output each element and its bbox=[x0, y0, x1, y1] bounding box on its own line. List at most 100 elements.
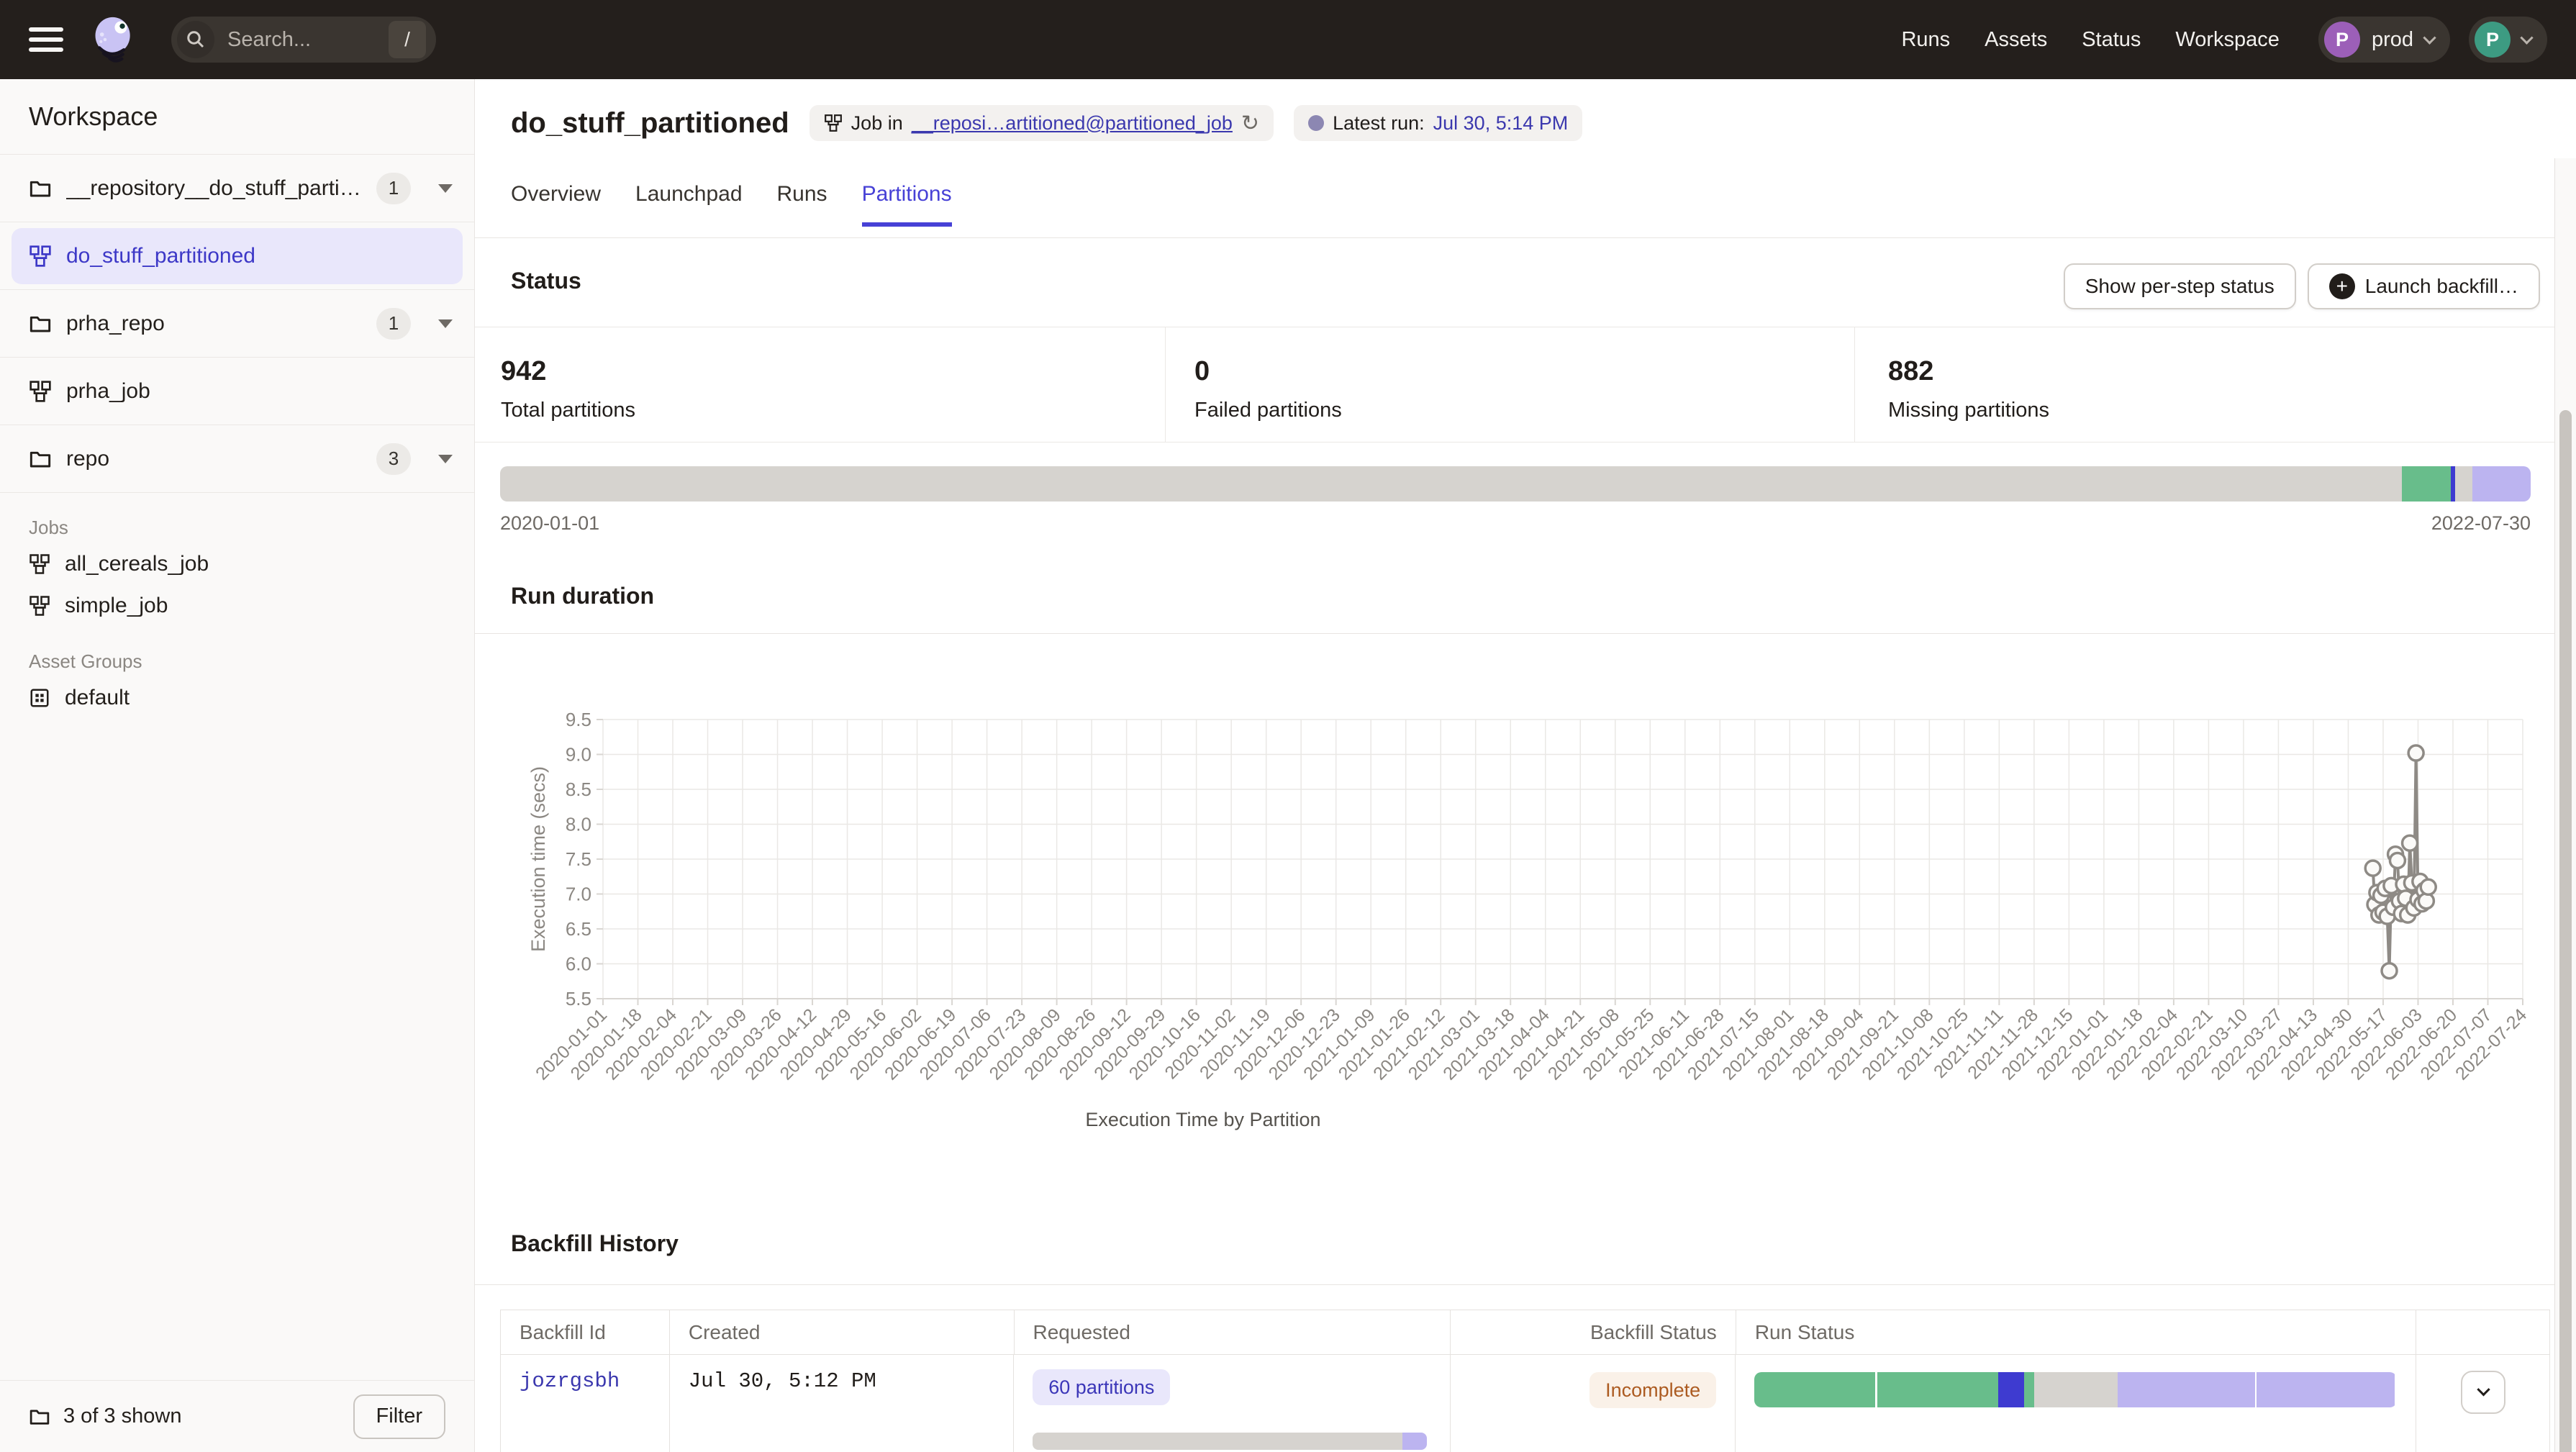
deployment-switcher[interactable]: P prod bbox=[2318, 17, 2450, 63]
sidebar-item-label: prha_job bbox=[66, 379, 150, 404]
segment-queued bbox=[2472, 466, 2531, 502]
deployment-label: prod bbox=[2372, 28, 2413, 52]
stat-label: Total partitions bbox=[501, 399, 1165, 422]
column-header-backfill-id: Backfill Id bbox=[501, 1310, 670, 1354]
main-content: do_stuff_partitioned Job in __reposi…art… bbox=[475, 79, 2576, 1452]
stat-failed-partitions: 0Failed partitions bbox=[1165, 327, 1854, 442]
stat-label: Failed partitions bbox=[1194, 399, 1854, 422]
folder-icon bbox=[29, 312, 52, 335]
job-tabs: Overview Launchpad Runs Partitions bbox=[511, 182, 952, 227]
latest-run-badge: Latest run: Jul 30, 5:14 PM bbox=[1294, 105, 1582, 141]
job-count-badge: 1 bbox=[376, 173, 411, 204]
tab-partitions[interactable]: Partitions bbox=[862, 182, 952, 227]
search-input[interactable]: Search... / bbox=[171, 17, 436, 63]
search-shortcut-key: / bbox=[389, 21, 426, 58]
svg-text:5.5: 5.5 bbox=[566, 988, 591, 1009]
sidebar-item-default[interactable]: default bbox=[0, 677, 474, 719]
job-origin-badge: Job in __reposi…artitioned@partitioned_j… bbox=[809, 105, 1274, 141]
column-header-requested: Requested bbox=[1015, 1310, 1451, 1354]
segment-in-progress bbox=[1998, 1372, 2025, 1407]
execution-time-chart[interactable]: 2020-01-012020-01-182020-02-042020-02-21… bbox=[500, 691, 2529, 1162]
plus-icon: + bbox=[2329, 273, 2355, 299]
nav-link-assets[interactable]: Assets bbox=[1985, 28, 2047, 52]
sidebar-item-prha-job[interactable]: prha_job bbox=[0, 358, 474, 425]
tab-launchpad[interactable]: Launchpad bbox=[635, 182, 742, 227]
chevron-down-icon bbox=[2423, 31, 2436, 44]
backfill-id-link[interactable]: jozrgsbh bbox=[520, 1359, 620, 1393]
partition-range-start: 2020-01-01 bbox=[500, 512, 599, 535]
scrollbar-thumb[interactable] bbox=[2559, 410, 2572, 1452]
sidebar-item-label: __repository__do_stuff_partitio… bbox=[66, 176, 362, 201]
latest-run-link[interactable]: Jul 30, 5:14 PM bbox=[1433, 112, 1569, 135]
tab-runs[interactable]: Runs bbox=[777, 182, 827, 227]
user-avatar: P bbox=[2475, 22, 2511, 58]
run-status-bar[interactable] bbox=[1754, 1372, 2397, 1407]
sidebar-item-all-cereals-job[interactable]: all_cereals_job bbox=[0, 543, 474, 585]
nav-links: Runs Assets Status Workspace bbox=[1901, 28, 2279, 52]
segment-queued bbox=[2118, 1372, 2255, 1407]
sidebar-item--repository-do-stuff-partitio-[interactable]: __repository__do_stuff_partitio… 1 bbox=[0, 155, 474, 222]
sidebar-item-label: default bbox=[65, 686, 130, 710]
chevron-down-icon bbox=[2520, 31, 2533, 44]
caret-down-icon[interactable] bbox=[438, 455, 453, 463]
svg-text:Execution Time by Partition: Execution Time by Partition bbox=[1085, 1109, 1320, 1130]
dagster-logo-icon[interactable] bbox=[89, 14, 138, 65]
stat-total-partitions: 942Total partitions bbox=[475, 327, 1165, 442]
nav-link-runs[interactable]: Runs bbox=[1901, 28, 1950, 52]
sidebar-item-repo[interactable]: repo3 bbox=[0, 425, 474, 493]
sidebar-item-prha-repo[interactable]: prha_repo1 bbox=[0, 290, 474, 358]
svg-text:8.5: 8.5 bbox=[566, 779, 591, 800]
backfill-created-value: Jul 30, 5:12 PM bbox=[689, 1359, 876, 1393]
nav-link-workspace[interactable]: Workspace bbox=[2175, 28, 2280, 52]
segment-not-started bbox=[2034, 1372, 2117, 1407]
run-duration-heading: Run duration bbox=[511, 583, 654, 609]
svg-text:9.5: 9.5 bbox=[566, 709, 591, 730]
expand-row-button[interactable] bbox=[2461, 1371, 2505, 1414]
caret-down-icon[interactable] bbox=[438, 319, 453, 328]
status-heading: Status bbox=[511, 268, 581, 294]
hamburger-menu-icon[interactable] bbox=[29, 27, 63, 52]
svg-text:9.0: 9.0 bbox=[566, 744, 591, 766]
table-row: jozrgsbh Jul 30, 5:12 PM 60 partitions 2… bbox=[501, 1355, 2549, 1452]
sidebar-item-do-stuff-partitioned[interactable]: do_stuff_partitioned bbox=[0, 222, 474, 290]
section-title: Asset Groups bbox=[0, 645, 474, 677]
sidebar-item-label: do_stuff_partitioned bbox=[66, 244, 255, 268]
search-placeholder: Search... bbox=[227, 28, 389, 52]
job-icon bbox=[29, 595, 50, 617]
launch-backfill-button[interactable]: + Launch backfill… bbox=[2308, 263, 2540, 309]
tab-overview[interactable]: Overview bbox=[511, 182, 601, 227]
job-icon bbox=[29, 553, 50, 575]
folder-icon bbox=[29, 177, 52, 200]
deployment-avatar: P bbox=[2324, 22, 2360, 58]
run-status-dot bbox=[1308, 115, 1324, 131]
segment-success bbox=[2402, 466, 2451, 502]
job-count-badge: 3 bbox=[376, 443, 411, 475]
svg-text:Execution time (secs): Execution time (secs) bbox=[527, 766, 549, 952]
reload-icon[interactable]: ↻ bbox=[1241, 111, 1259, 136]
sidebar-item-simple-job[interactable]: simple_job bbox=[0, 585, 474, 627]
nav-link-status[interactable]: Status bbox=[2082, 28, 2141, 52]
partition-status-bar[interactable] bbox=[500, 466, 2531, 502]
filter-button[interactable]: Filter bbox=[353, 1394, 445, 1439]
show-per-step-status-button[interactable]: Show per-step status bbox=[2064, 263, 2296, 309]
column-header-backfill-status: Backfill Status bbox=[1451, 1310, 1736, 1354]
search-icon bbox=[177, 21, 214, 58]
partition-stats: 942Total partitions0Failed partitions882… bbox=[475, 327, 2554, 443]
requested-partitions-badge[interactable]: 60 partitions bbox=[1033, 1369, 1170, 1405]
stat-missing-partitions: 882Missing partitions bbox=[1854, 327, 2554, 442]
latest-run-label: Latest run: bbox=[1333, 112, 1425, 135]
sidebar-item-label: simple_job bbox=[65, 594, 168, 618]
caret-down-icon[interactable] bbox=[438, 184, 453, 193]
segment-success bbox=[1754, 1372, 1875, 1407]
svg-text:6.0: 6.0 bbox=[566, 953, 591, 975]
sidebar-section-jobs: Jobsall_cereals_jobsimple_job bbox=[0, 512, 474, 627]
svg-text:8.0: 8.0 bbox=[566, 814, 591, 835]
user-menu[interactable]: P bbox=[2469, 17, 2547, 63]
job-origin-link[interactable]: __reposi…artitioned@partitioned_job bbox=[912, 112, 1233, 135]
sidebar-item-label: prha_repo bbox=[66, 312, 165, 336]
job-origin-prefix: Job in bbox=[851, 112, 903, 135]
backfill-history-heading: Backfill History bbox=[511, 1230, 679, 1257]
vertical-scrollbar[interactable] bbox=[2554, 158, 2576, 1452]
segment-requested bbox=[1402, 1433, 1427, 1450]
segment-range bbox=[1033, 1433, 1402, 1450]
